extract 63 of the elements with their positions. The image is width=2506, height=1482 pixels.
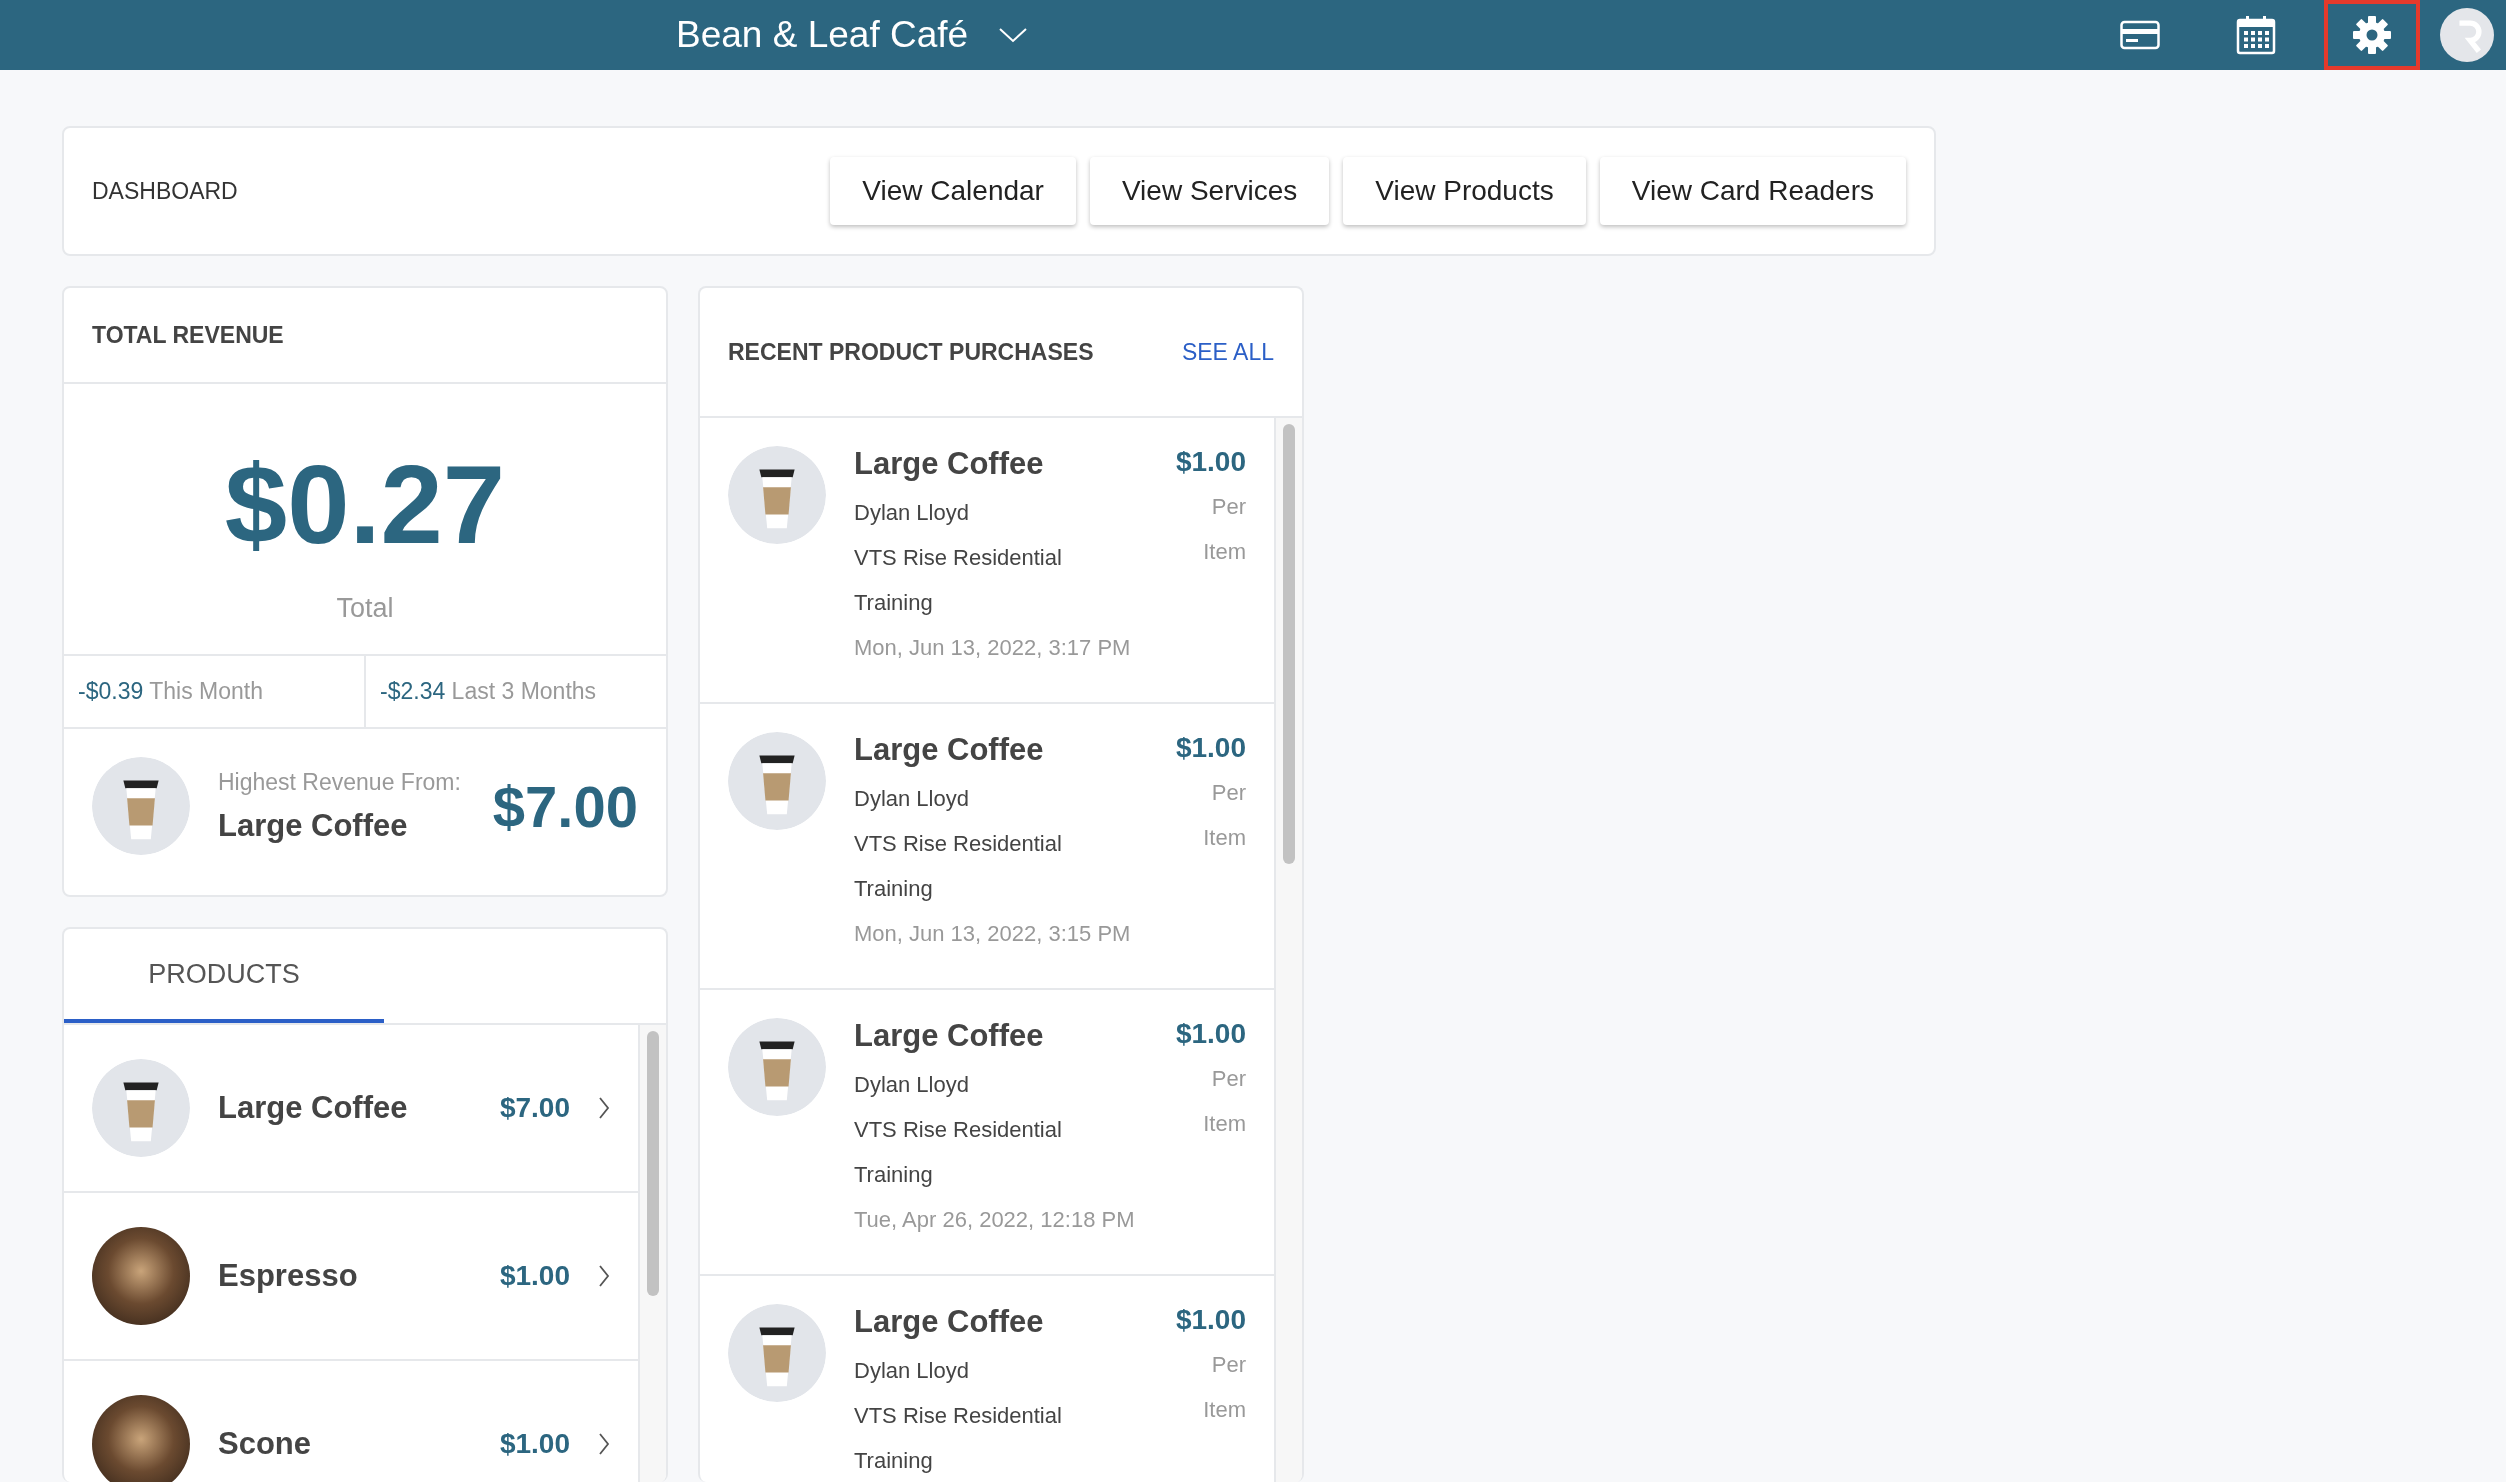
unit-label: Per Item	[1202, 779, 1246, 852]
coffee-cup-icon	[728, 732, 826, 830]
revenue-stat: -$2.34 Last 3 Months	[380, 678, 597, 704]
avatar-icon[interactable]	[2440, 8, 2494, 62]
location-text: VTS Rise Residential Training	[854, 830, 1063, 903]
location-text: VTS Rise Residential Training	[854, 1116, 1063, 1189]
dashboard-button[interactable]: View Services	[1089, 157, 1330, 225]
chevron-right-icon	[598, 1432, 610, 1456]
product-price: $1.00	[499, 1428, 570, 1460]
chevron-down-icon	[998, 27, 1029, 43]
coffee-cup-icon	[92, 1059, 190, 1157]
business-selector[interactable]: Bean & Leaf Café	[676, 14, 1029, 56]
coffee-cup-icon	[728, 446, 826, 544]
coffee-cup-icon	[728, 1018, 826, 1116]
scrollbar-thumb[interactable]	[1283, 424, 1295, 864]
chevron-right-icon	[598, 1096, 610, 1120]
purchase-price: $1.00	[1175, 446, 1246, 478]
unit-label: Per Item	[1202, 1065, 1246, 1138]
product-name: Large Coffee	[854, 446, 1045, 482]
product-name: Large Coffee	[854, 1018, 1045, 1054]
product-name: Large Coffee	[218, 1090, 409, 1126]
unit-label: Per Item	[1202, 493, 1246, 566]
dashboard-button[interactable]: View Card Readers	[1599, 157, 1906, 225]
purchase-date: Mon, Jun 13, 2022, 3:17 PM	[854, 634, 1132, 662]
coffee-cup-icon	[92, 757, 190, 855]
product-name: Large Coffee	[854, 1304, 1045, 1340]
products-tab[interactable]: PRODUCTS	[64, 929, 384, 1023]
purchase-price: $1.00	[1175, 1018, 1246, 1050]
dashboard-label: DASHBOARD	[92, 177, 238, 205]
purchase-date: Mon, Jun 13, 2022, 3:15 PM	[854, 920, 1132, 948]
dashboard-button[interactable]: View Calendar	[830, 157, 1076, 225]
customer-name: Dylan Lloyd	[854, 1071, 970, 1099]
card-title: TOTAL REVENUE	[92, 321, 284, 349]
dashboard-button[interactable]: View Products	[1343, 157, 1586, 225]
product-row[interactable]: Large Coffee $7.00	[64, 1025, 638, 1193]
see-all-link[interactable]: SEE ALL	[1181, 338, 1274, 366]
card-title: RECENT PRODUCT PURCHASES	[728, 338, 1094, 366]
customer-name: Dylan Lloyd	[854, 785, 970, 813]
product-name: Scone	[218, 1426, 313, 1462]
total-amount: $0.27	[224, 441, 506, 569]
coffee-cup-icon	[728, 1304, 826, 1402]
product-row[interactable]: Espresso $1.00	[64, 1193, 638, 1361]
highest-revenue-label: Highest Revenue From:	[218, 768, 462, 796]
product-price: $1.00	[499, 1260, 570, 1292]
product-name: Large Coffee	[218, 807, 409, 844]
location-text: VTS Rise Residential Training	[854, 544, 1063, 617]
purchase-price: $1.00	[1175, 1304, 1246, 1336]
product-name: Large Coffee	[854, 732, 1045, 768]
total-label: Total	[336, 593, 394, 624]
purchase-price: $1.00	[1175, 732, 1246, 764]
settings-icon[interactable]	[2324, 0, 2420, 70]
highest-revenue-amount: $7.00	[492, 772, 638, 840]
chevron-right-icon	[598, 1264, 610, 1288]
customer-name: Dylan Lloyd	[854, 499, 970, 527]
revenue-stat: -$0.39 This Month	[78, 678, 263, 704]
customer-name: Dylan Lloyd	[854, 1357, 970, 1385]
scrollbar-thumb[interactable]	[647, 1031, 659, 1296]
product-price: $7.00	[499, 1092, 570, 1124]
product-name: Espresso	[218, 1258, 359, 1294]
product-row[interactable]: Scone $1.00	[64, 1361, 638, 1482]
purchase-date: Tue, Apr 26, 2022, 12:18 PM	[854, 1206, 1136, 1234]
location-text: VTS Rise Residential Training	[854, 1402, 1063, 1475]
unit-label: Per Item	[1202, 1351, 1246, 1424]
